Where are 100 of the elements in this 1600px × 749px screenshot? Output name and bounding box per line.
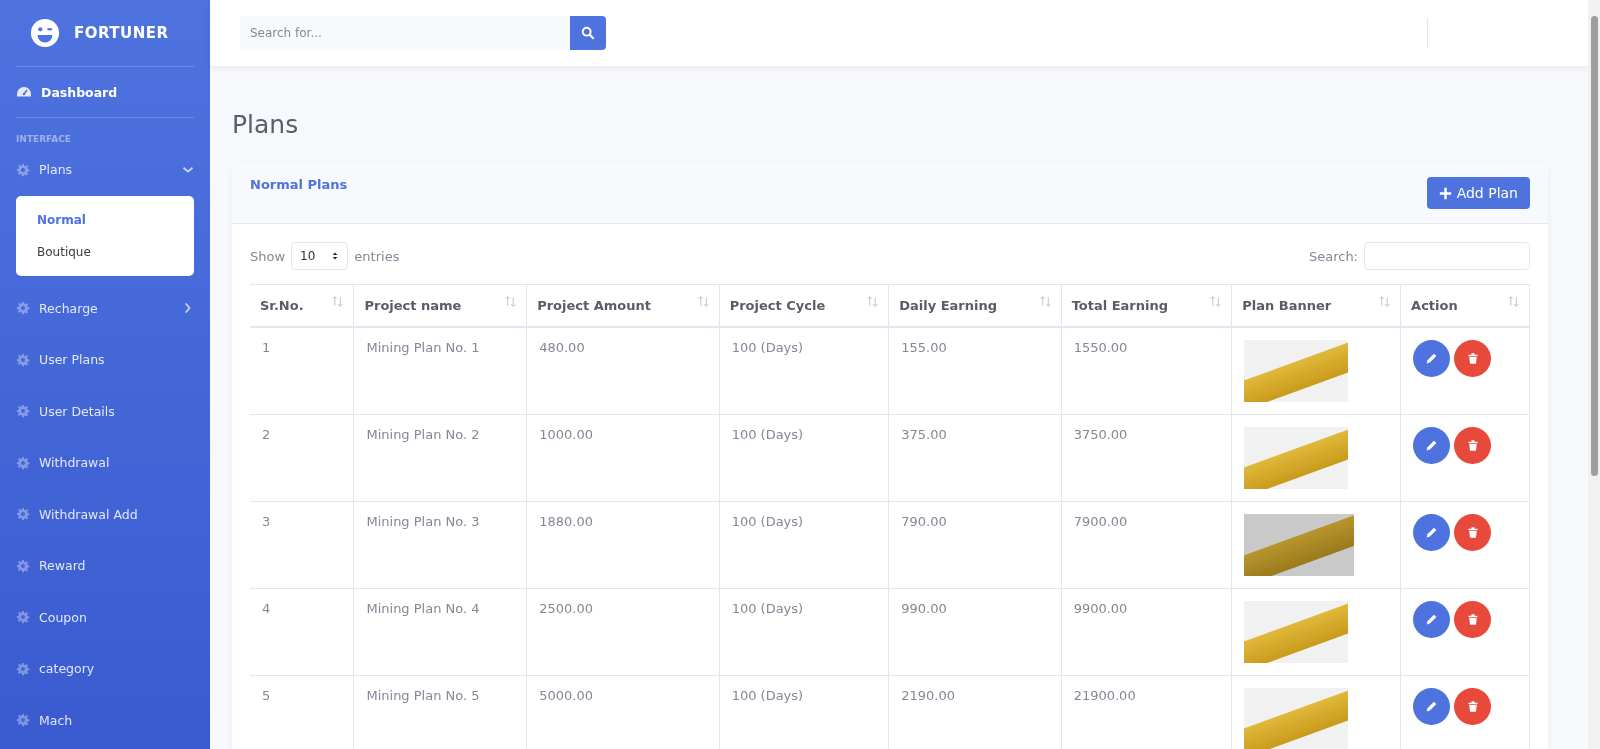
table-cell: 2500.00	[526, 588, 720, 676]
table-cell: 3	[250, 501, 354, 589]
card-title: Normal Plans	[250, 177, 348, 194]
brand-name: FORTUNER	[74, 24, 169, 42]
search-label: Search:	[1308, 248, 1358, 264]
column-header[interactable]: Project Cycle	[719, 284, 889, 327]
sidebar-item[interactable]: Reward	[0, 540, 210, 592]
column-header[interactable]: Sr.No.	[250, 284, 354, 327]
sort-arrows-icon	[867, 296, 879, 307]
submenu-item[interactable]: Boutique	[16, 235, 194, 268]
table-cell: 3750.00	[1061, 414, 1232, 502]
trash-icon	[1466, 613, 1479, 626]
entries-label: entries	[354, 248, 400, 264]
table-cell: Mining Plan No. 4	[353, 588, 527, 676]
delete-button[interactable]	[1454, 340, 1492, 377]
table-cell: 1880.00	[526, 501, 720, 589]
edit-button[interactable]	[1413, 514, 1451, 551]
column-header[interactable]: Project Amount	[526, 284, 720, 327]
table-cell: 1	[250, 327, 354, 415]
column-header[interactable]: Action	[1400, 284, 1530, 327]
trash-icon	[1466, 700, 1479, 713]
table-cell: 990.00	[888, 588, 1062, 676]
trash-icon	[1466, 526, 1479, 539]
table-cell: 4	[250, 588, 354, 676]
submenu-item[interactable]: Normal	[16, 203, 194, 236]
table-cell: 7900.00	[1061, 501, 1232, 589]
pencil-icon	[1425, 613, 1439, 626]
gear-icon	[16, 661, 30, 676]
gear-icon	[16, 162, 30, 177]
gear-icon	[16, 455, 30, 470]
page-title: Plans	[232, 110, 300, 139]
table-cell: 1550.00	[1061, 327, 1232, 415]
search-button[interactable]	[570, 16, 606, 50]
table-search-field[interactable]	[1364, 242, 1530, 270]
edit-button[interactable]	[1413, 427, 1451, 464]
edit-button[interactable]	[1413, 601, 1451, 638]
column-header[interactable]: Project name	[353, 284, 527, 327]
sort-arrows-icon	[505, 296, 517, 307]
column-header[interactable]: Plan Banner	[1231, 284, 1401, 327]
pencil-icon	[1425, 439, 1439, 452]
table-cell: 1000.00	[526, 414, 720, 502]
sort-arrows-icon	[332, 296, 344, 307]
delete-button[interactable]	[1454, 688, 1492, 725]
table-cell: 155.00	[888, 327, 1062, 415]
scrollbar[interactable]	[1588, 0, 1600, 749]
sort-arrows-icon	[1508, 296, 1519, 307]
sort-arrows-icon	[1210, 296, 1222, 307]
table-cell: Mining Plan No. 1	[353, 327, 527, 415]
sidebar-item[interactable]: User Details	[0, 385, 210, 437]
gauge-icon	[16, 84, 32, 100]
dashboard-link[interactable]: Dashboard	[0, 67, 210, 117]
search-icon	[581, 26, 595, 40]
plus-icon	[1438, 186, 1452, 200]
sort-arrows-icon	[697, 296, 709, 307]
table-cell: 100 (Days)	[719, 588, 889, 676]
column-header[interactable]: Daily Earning	[888, 284, 1062, 327]
table-cell: 2	[250, 414, 354, 502]
scrollbar-thumb[interactable]	[1590, 16, 1598, 476]
sort-icon	[331, 251, 340, 261]
edit-button[interactable]	[1413, 688, 1451, 725]
column-header[interactable]: Total Earning	[1061, 284, 1232, 327]
delete-button[interactable]	[1454, 514, 1492, 551]
delete-button[interactable]	[1454, 601, 1492, 638]
search-field[interactable]: Search for...	[240, 16, 570, 50]
gear-icon	[16, 507, 30, 522]
table-cell: 100 (Days)	[719, 327, 889, 415]
sidebar-item[interactable]: Withdrawal	[0, 437, 210, 489]
add-plan-button[interactable]: Add Plan	[1426, 177, 1530, 209]
sidebar-item[interactable]: Mach	[0, 694, 210, 746]
pencil-icon	[1425, 526, 1439, 539]
gear-icon	[16, 301, 30, 316]
table-cell: 100 (Days)	[719, 501, 889, 589]
smiley-icon	[30, 18, 60, 48]
table-cell: 790.00	[888, 501, 1062, 589]
section-heading: INTERFACE	[15, 133, 72, 144]
table-cell: Mining Plan No. 2	[353, 414, 527, 502]
sidebar-item[interactable]: Plans	[0, 144, 210, 196]
gear-icon	[16, 404, 30, 419]
sidebar-item[interactable]: category	[0, 643, 210, 695]
pencil-icon	[1425, 700, 1439, 713]
table-cell: 100 (Days)	[719, 414, 889, 502]
sort-arrows-icon	[1039, 296, 1051, 307]
trash-icon	[1466, 439, 1479, 452]
sidebar-item[interactable]: Withdrawal Add	[0, 488, 210, 540]
table-cell: 9900.00	[1061, 588, 1232, 676]
entries-select[interactable]: 10	[291, 242, 349, 270]
gear-icon	[16, 558, 30, 573]
table-cell: 375.00	[888, 414, 1062, 502]
sort-arrows-icon	[1379, 296, 1391, 307]
pencil-icon	[1425, 352, 1439, 365]
trash-icon	[1466, 352, 1479, 365]
gear-icon	[16, 610, 30, 625]
table-cell: Mining Plan No. 3	[353, 501, 527, 589]
show-label: Show	[250, 248, 286, 264]
sidebar-item[interactable]: Recharge	[0, 282, 210, 334]
edit-button[interactable]	[1413, 340, 1451, 377]
sidebar-item[interactable]: Coupon	[0, 591, 210, 643]
delete-button[interactable]	[1454, 427, 1492, 464]
gear-icon	[16, 713, 30, 728]
sidebar-item[interactable]: User Plans	[0, 334, 210, 386]
